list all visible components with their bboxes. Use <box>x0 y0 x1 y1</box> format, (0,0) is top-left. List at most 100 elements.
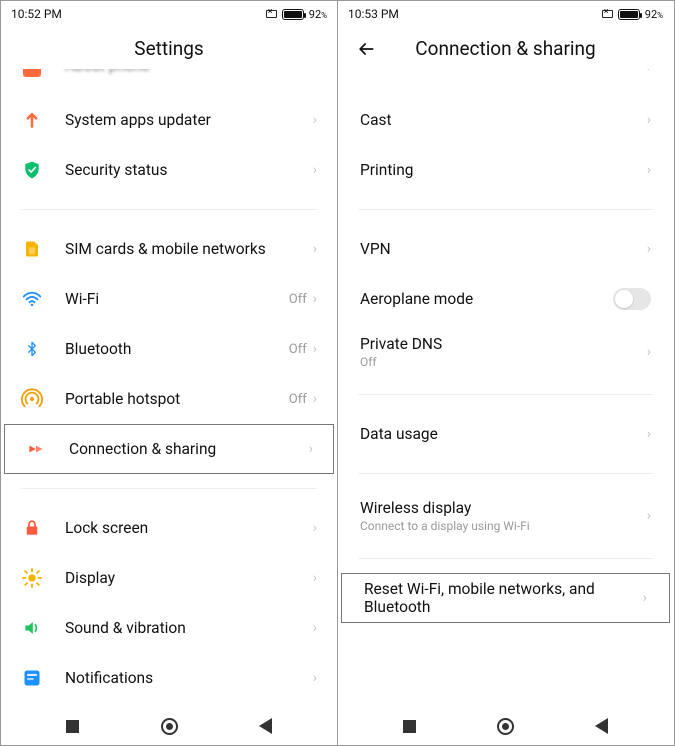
chevron-right-icon: › <box>647 426 651 442</box>
about-phone-icon <box>23 69 41 77</box>
divider <box>358 209 653 210</box>
row-status: Off <box>289 392 307 407</box>
row-label: Display <box>65 569 313 587</box>
toggle-switch[interactable] <box>613 288 651 310</box>
chevron-right-icon: › <box>313 341 317 357</box>
chevron-right-icon: › <box>643 590 647 606</box>
settings-item-wireless-display[interactable]: Wireless display Connect to a display usi… <box>338 488 673 544</box>
battery-icon <box>282 9 304 20</box>
row-status: Off <box>289 342 307 357</box>
settings-item-vpn[interactable]: VPN› <box>338 224 673 274</box>
phone-left: 10:52 PM 92% Settings About phone System… <box>1 1 337 745</box>
settings-item-updater[interactable]: System apps updater› <box>1 95 337 145</box>
battery-icon <box>618 9 640 20</box>
speaker-icon <box>21 617 43 639</box>
nav-back-button[interactable] <box>577 718 627 734</box>
row-label: Wireless display <box>360 499 647 517</box>
settings-item-aeroplane-mode[interactable]: Aeroplane mode <box>338 274 673 324</box>
page-header: Connection & sharing <box>338 27 673 69</box>
nav-back-button[interactable] <box>241 718 291 734</box>
settings-item-sound[interactable]: Sound & vibration› <box>1 603 337 653</box>
chevron-right-icon: › <box>313 112 317 128</box>
battery-saver-icon <box>602 10 613 18</box>
chevron-right-icon: › <box>647 344 651 360</box>
row-label: VPN <box>360 240 647 258</box>
settings-item-wifi[interactable]: Wi-FiOff › <box>1 274 337 324</box>
row-label: System apps updater <box>65 111 313 129</box>
row-sublabel: Off <box>360 355 647 369</box>
nav-recent-button[interactable] <box>384 720 434 733</box>
nav-bar <box>338 707 673 745</box>
battery-saver-icon <box>266 10 277 18</box>
chevron-right-icon: › <box>647 112 651 128</box>
settings-item-mi-share[interactable]: Mi Share › <box>338 69 673 95</box>
bluetooth-icon <box>21 338 43 360</box>
share-icon <box>25 438 47 460</box>
settings-item-lock[interactable]: Lock screen› <box>1 503 337 553</box>
chevron-right-icon: › <box>313 570 317 586</box>
divider <box>358 473 653 474</box>
clock: 10:52 PM <box>11 7 62 21</box>
chevron-right-icon: › <box>313 162 317 178</box>
row-label: Connection & sharing <box>69 440 309 458</box>
chevron-right-icon: › <box>313 620 317 636</box>
settings-item-about-phone[interactable]: About phone <box>1 69 337 95</box>
row-label: Security status <box>65 161 313 179</box>
row-label: Wi-Fi <box>65 290 289 308</box>
chevron-right-icon: › <box>647 241 651 257</box>
settings-item-bt[interactable]: BluetoothOff › <box>1 324 337 374</box>
row-label: Aeroplane mode <box>360 290 613 308</box>
row-label: Data usage <box>360 425 647 443</box>
arrow-up-icon <box>21 109 43 131</box>
settings-item-sim[interactable]: SIM cards & mobile networks› <box>1 224 337 274</box>
back-button[interactable] <box>354 37 378 61</box>
settings-item-security[interactable]: Security status› <box>1 145 337 195</box>
settings-item-cast[interactable]: Cast› <box>338 95 673 145</box>
row-label: Printing <box>360 161 647 179</box>
nav-home-button[interactable] <box>481 718 531 735</box>
row-sublabel: Connect to a display using Wi-Fi <box>360 519 647 533</box>
chevron-right-icon: › <box>647 508 651 524</box>
sim-icon <box>21 238 43 260</box>
nav-home-button[interactable] <box>144 718 194 735</box>
clock: 10:53 PM <box>348 7 399 21</box>
battery-pct: 92% <box>645 8 663 21</box>
battery-pct: 92% <box>309 8 327 21</box>
nav-recent-button[interactable] <box>48 720 98 733</box>
chevron-right-icon: › <box>309 441 313 457</box>
hotspot-icon <box>21 388 43 410</box>
row-label: Cast <box>360 111 647 129</box>
settings-item-display[interactable]: Display› <box>1 553 337 603</box>
divider <box>358 394 653 395</box>
settings-item-hotspot[interactable]: Portable hotspotOff › <box>1 374 337 424</box>
notif-icon <box>21 667 43 689</box>
status-bar: 10:52 PM 92% <box>1 1 337 27</box>
divider <box>358 558 653 559</box>
settings-item-printing[interactable]: Printing› <box>338 145 673 195</box>
sun-icon <box>21 567 43 589</box>
chevron-right-icon: › <box>313 670 317 686</box>
page-title: Settings <box>1 27 337 69</box>
settings-item-reset-wi-fi-mobile-networks-an[interactable]: Reset Wi-Fi, mobile networks, and Blueto… <box>341 573 670 623</box>
lock-icon <box>21 517 43 539</box>
settings-item-connshare[interactable]: Connection & sharing› <box>4 424 334 474</box>
row-label: Sound & vibration <box>65 619 313 637</box>
chevron-right-icon: › <box>313 241 317 257</box>
chevron-right-icon: › <box>313 291 317 307</box>
nav-bar <box>1 707 337 745</box>
phone-right: 10:53 PM 92% Connection & sharing Mi Sha… <box>337 1 673 745</box>
row-label: Notifications <box>65 669 313 687</box>
row-label: Portable hotspot <box>65 390 289 408</box>
row-label: Reset Wi-Fi, mobile networks, and Blueto… <box>364 580 643 616</box>
settings-item-private-dns[interactable]: Private DNSOff› <box>338 324 673 380</box>
chevron-right-icon: › <box>647 69 651 75</box>
settings-item-data-usage[interactable]: Data usage› <box>338 409 673 459</box>
shield-check-icon <box>21 159 43 181</box>
chevron-right-icon: › <box>313 520 317 536</box>
row-status: Off <box>289 292 307 307</box>
settings-item-notif[interactable]: Notifications› <box>1 653 337 703</box>
wifi-icon <box>21 288 43 310</box>
arrow-left-icon <box>356 39 376 59</box>
chevron-right-icon: › <box>313 391 317 407</box>
row-label: Bluetooth <box>65 340 289 358</box>
